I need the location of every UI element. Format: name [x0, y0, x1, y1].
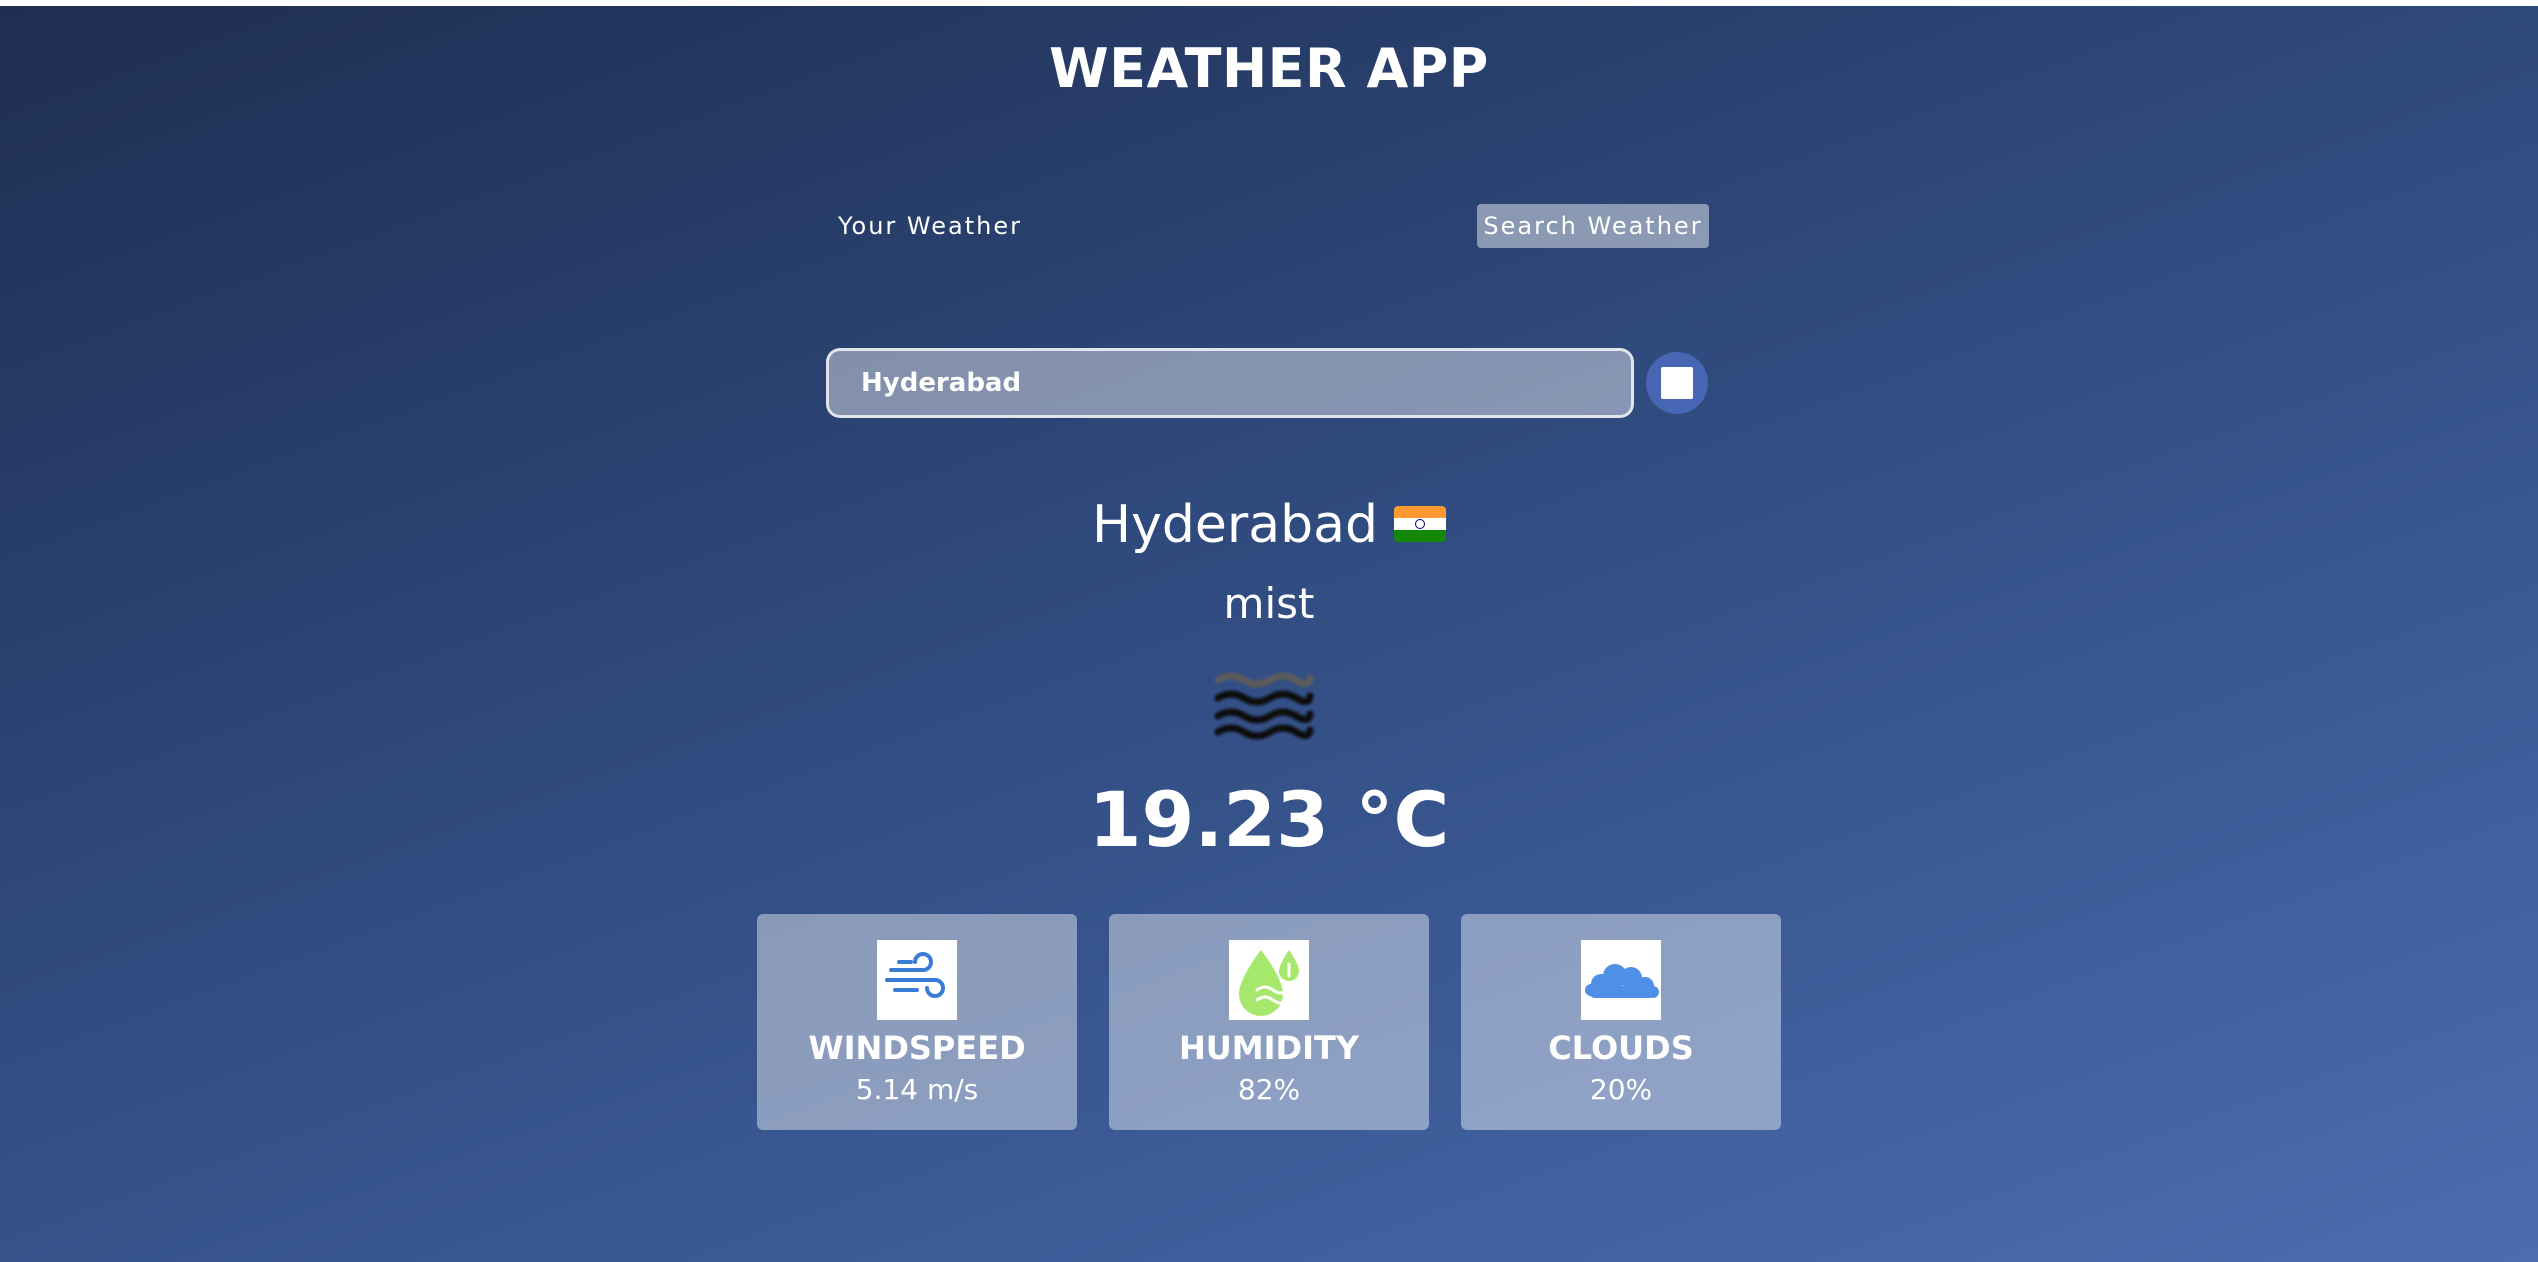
wind-icon: [877, 940, 957, 1020]
clouds-label: CLOUDS: [1548, 1029, 1694, 1067]
tab-search-weather[interactable]: Search Weather: [1477, 204, 1709, 248]
clouds-card: CLOUDS 20%: [1461, 914, 1781, 1130]
app-title: WEATHER APP: [1049, 37, 1489, 100]
cloud-icon: [1581, 940, 1661, 1020]
temperature: 19.23 °C: [1088, 775, 1450, 864]
search-button-icon: [1661, 367, 1693, 399]
city-name: Hyderabad: [1092, 495, 1378, 555]
top-edge: [0, 0, 2538, 6]
windspeed-value: 5.14 m/s: [855, 1073, 979, 1106]
humidity-icon: [1229, 940, 1309, 1020]
humidity-card: HUMIDITY 82%: [1109, 914, 1429, 1130]
search-button[interactable]: [1646, 352, 1708, 414]
tab-your-weather[interactable]: Your Weather: [826, 204, 1034, 248]
india-flag-icon: [1394, 506, 1446, 542]
city-search-input[interactable]: [826, 348, 1634, 418]
mist-icon: [1214, 672, 1314, 740]
windspeed-label: WINDSPEED: [808, 1029, 1026, 1067]
clouds-value: 20%: [1589, 1073, 1653, 1106]
humidity-label: HUMIDITY: [1179, 1029, 1359, 1067]
windspeed-card: WINDSPEED 5.14 m/s: [757, 914, 1077, 1130]
humidity-value: 82%: [1237, 1073, 1301, 1106]
weather-description: mist: [1223, 579, 1315, 628]
weather-location: Hyderabad: [0, 490, 2538, 560]
